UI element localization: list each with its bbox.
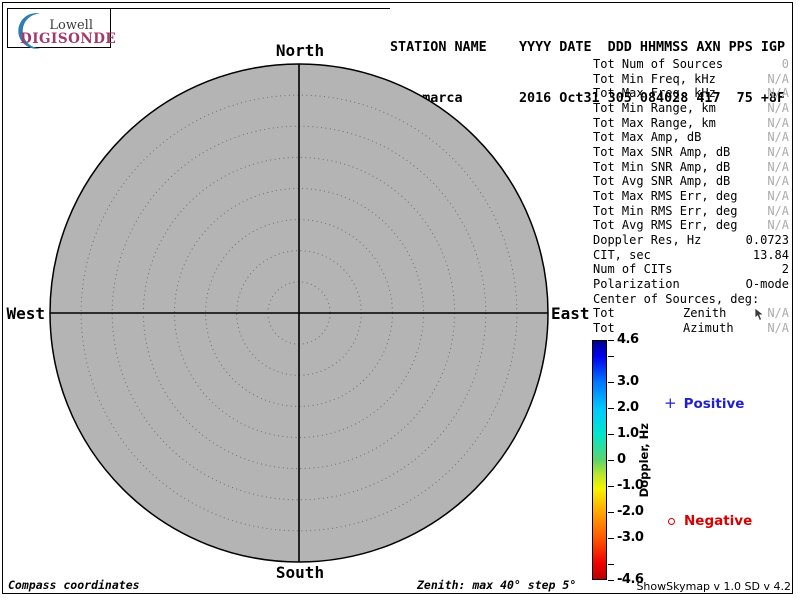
stats-row: Tot Num of Sources 0: [593, 57, 790, 72]
skymap-polar-plot: [39, 53, 559, 573]
stat-label: Tot Num of Sources: [593, 57, 723, 71]
stat-label: Tot: [593, 306, 615, 320]
stats-row: Tot Max RMS Err, deg N/A: [593, 189, 790, 204]
stat-label: Tot Min SNR Amp, dB: [593, 160, 730, 174]
colorbar-tick: [608, 434, 614, 435]
stat-value: 13.84: [753, 248, 789, 262]
stat-label: Tot Max Amp, dB: [593, 130, 701, 144]
stat-label: Polarization: [593, 277, 680, 291]
logo-text-digisonde: DIGISONDE: [20, 31, 116, 47]
stat-label: Tot Max RMS Err, deg: [593, 189, 738, 203]
colorbar-tick: [608, 580, 614, 581]
colorbar-tick: [608, 340, 614, 341]
colorbar-tick: [608, 382, 614, 383]
stats-row: Tot Min RMS Err, deg N/A: [593, 204, 790, 219]
lowell-digisonde-logo: Lowell DIGISONDE: [7, 8, 111, 48]
stat-sublabel: Zenith: [683, 306, 726, 320]
positive-label: Positive: [684, 396, 745, 412]
stats-row: Tot Min SNR Amp, dB N/A: [593, 160, 790, 175]
stats-row: Tot Max Amp, dB N/A: [593, 130, 790, 145]
stat-label: Tot Avg SNR Amp, dB: [593, 174, 730, 188]
stat-value: N/A: [767, 204, 789, 218]
stat-label: Tot Min RMS Err, deg: [593, 204, 738, 218]
stat-label: Tot Max SNR Amp, dB: [593, 145, 730, 159]
stat-label: Tot Max Range, km: [593, 116, 716, 130]
stat-label: Tot Min Range, km: [593, 101, 716, 115]
stat-label: Num of CITs: [593, 262, 672, 276]
stats-row: Tot Max Range, km N/A: [593, 116, 790, 131]
stat-value: 0.0723: [746, 233, 789, 247]
stat-value: N/A: [767, 72, 789, 86]
stats-row: Polarization O-mode: [593, 277, 790, 292]
stats-panel: Tot Num of Sources0Tot Min Freq, kHzN/AT…: [593, 57, 790, 336]
stat-label: Tot: [593, 321, 615, 335]
stat-value: N/A: [767, 130, 789, 144]
colorbar-tick: [608, 564, 614, 565]
stats-row: Tot Max Freq, kHz N/A: [593, 86, 790, 101]
stats-row: CIT, sec 13.84: [593, 248, 790, 263]
stat-value: N/A: [767, 116, 789, 130]
stat-label: Tot Min Freq, kHz: [593, 72, 716, 86]
stat-value: 0: [782, 57, 789, 71]
version-label: ShowSkymap v 1.0 SD v 4.2: [636, 580, 791, 593]
stat-value: N/A: [767, 86, 789, 100]
stat-value: N/A: [767, 306, 789, 320]
colorbar-tick: [608, 460, 614, 461]
colorbar-axis-title: Doppler, Hz: [636, 340, 652, 580]
stat-label: Doppler Res, Hz: [593, 233, 701, 247]
stat-value: N/A: [767, 145, 789, 159]
stat-label: CIT, sec: [593, 248, 651, 262]
stats-row: Tot Min Freq, kHz N/A: [593, 72, 790, 87]
mouse-cursor-icon: [754, 308, 766, 322]
stats-row: Tot Avg RMS Err, deg N/A: [593, 218, 790, 233]
stat-value: N/A: [767, 174, 789, 188]
colorbar-tick-label: 0: [617, 452, 626, 467]
colorbar-tick: [608, 538, 614, 539]
stat-value: 2: [782, 262, 789, 276]
negative-doppler-legend: Negative: [668, 513, 752, 529]
stat-label: Tot Avg RMS Err, deg: [593, 218, 738, 232]
zenith-scale-label: Zenith: max 40° step 5°: [417, 578, 576, 592]
stats-row: Tot Avg SNR Amp, dB N/A: [593, 174, 790, 189]
header-divider: [110, 8, 390, 9]
stat-label: Center of Sources, deg:: [593, 292, 759, 306]
negative-label: Negative: [684, 513, 752, 529]
colorbar-tick: [608, 512, 614, 513]
colorbar-tick: [608, 408, 614, 409]
plus-icon: +: [664, 394, 677, 412]
stat-value: N/A: [767, 101, 789, 115]
colorbar-tick: [608, 486, 614, 487]
stats-row: Doppler Res, Hz 0.0723: [593, 233, 790, 248]
coordinate-system-label: Compass coordinates: [8, 578, 140, 592]
stats-row: Center of Sources, deg:: [593, 292, 790, 307]
stat-value: N/A: [767, 218, 789, 232]
circle-icon: [668, 518, 675, 525]
stat-label: Tot Max Freq, kHz: [593, 86, 716, 100]
stat-sublabel: Azimuth: [683, 321, 734, 335]
stat-value: O-mode: [746, 277, 789, 291]
stats-row: Num of CITs 2: [593, 262, 790, 277]
doppler-colorbar: [592, 340, 607, 580]
positive-doppler-legend: + Positive: [664, 394, 744, 412]
colorbar-tick: [608, 356, 614, 357]
stat-value: N/A: [767, 160, 789, 174]
stat-value: N/A: [767, 189, 789, 203]
stats-row: Tot Max SNR Amp, dB N/A: [593, 145, 790, 160]
stat-value: N/A: [767, 321, 789, 335]
stats-row: Tot Min Range, km N/A: [593, 101, 790, 116]
